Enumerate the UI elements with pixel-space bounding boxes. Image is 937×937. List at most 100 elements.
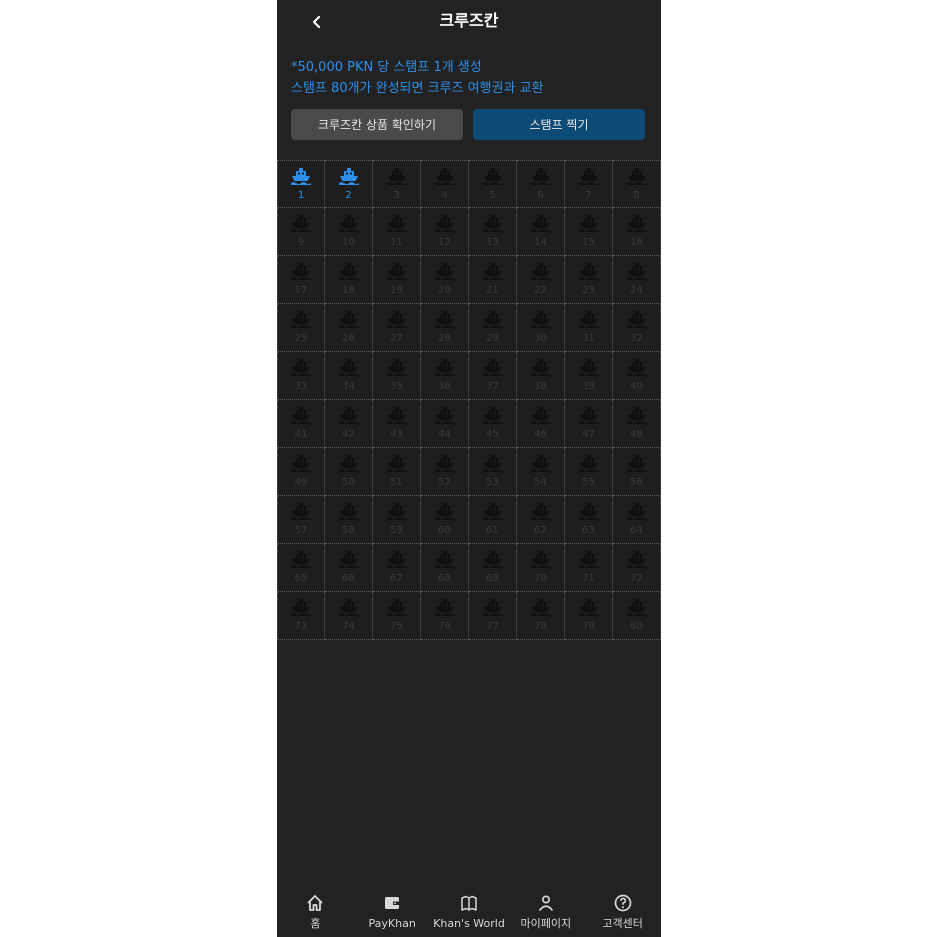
stamp-cell: 28 — [421, 304, 469, 352]
stamp-cell: 57 — [277, 496, 325, 544]
ship-icon — [291, 599, 311, 616]
stamp-cell: 32 — [613, 304, 661, 352]
ship-icon — [338, 455, 359, 472]
stamp-number: 38 — [534, 381, 547, 392]
stamp-cell: 65 — [277, 544, 325, 592]
stamp-cell: 67 — [373, 544, 421, 592]
stamp-number: 18 — [342, 285, 355, 296]
ship-icon — [626, 168, 647, 185]
help-icon — [614, 894, 631, 912]
tab-label: 마이페이지 — [520, 917, 572, 930]
ship-icon — [578, 599, 599, 616]
stamp-number: 2 — [345, 190, 352, 201]
stamp-cell: 61 — [469, 496, 517, 544]
stamp-number: 5 — [489, 190, 496, 201]
tab-label: 고객센터 — [602, 917, 643, 930]
stamp-cell: 44 — [421, 400, 469, 448]
stamp-number: 39 — [582, 381, 595, 392]
stamp-cell: 2 — [325, 160, 373, 208]
tab-wallet[interactable]: PayKhan — [354, 887, 431, 937]
stamp-cell: 47 — [565, 400, 613, 448]
ship-icon — [386, 311, 407, 328]
wallet-icon — [385, 897, 400, 909]
stamp-cell: 51 — [373, 448, 421, 496]
tab-map-book[interactable]: Khan's World — [431, 887, 508, 937]
stamp-cell: 35 — [373, 352, 421, 400]
stamp-number: 44 — [438, 429, 451, 440]
stamp-number: 1 — [297, 190, 305, 201]
stamp-cell: 45 — [469, 400, 517, 448]
ship-icon — [578, 455, 599, 472]
stamp-number: 75 — [390, 621, 403, 632]
home-icon — [307, 895, 324, 911]
stamp-button[interactable]: 스탬프 찍기 — [473, 109, 645, 140]
ship-icon — [434, 599, 455, 616]
stamp-number: 34 — [342, 381, 355, 392]
ship-icon — [626, 455, 647, 472]
stamp-number: 16 — [630, 237, 643, 248]
ship-icon — [482, 599, 503, 616]
ship-icon — [482, 263, 503, 280]
stamp-cell: 20 — [421, 256, 469, 304]
stamp-number: 52 — [438, 477, 451, 488]
tab-help[interactable]: 고객센터 — [584, 887, 661, 937]
stamp-cell: 7 — [565, 160, 613, 208]
stamp-number: 54 — [534, 477, 547, 488]
stamp-cell: 4 — [421, 160, 469, 208]
stamp-number: 60 — [438, 525, 451, 536]
stamp-number: 43 — [390, 429, 403, 440]
stamp-cell: 10 — [325, 208, 373, 256]
stamp-number: 50 — [342, 477, 355, 488]
ship-icon — [578, 503, 599, 520]
stamp-number: 33 — [294, 381, 308, 392]
stamp-cell: 13 — [469, 208, 517, 256]
ship-icon — [482, 359, 503, 376]
tab-home[interactable]: 홈 — [277, 887, 354, 937]
ship-icon — [434, 551, 455, 568]
bottom-tab-bar: 홈 PayKhan Khan's World 마이페이지 고객센터 — [277, 887, 661, 937]
stamp-cell: 27 — [373, 304, 421, 352]
ship-icon — [482, 455, 503, 472]
stamp-cell: 9 — [277, 208, 325, 256]
stamp-number: 57 — [294, 525, 308, 536]
stamp-number: 71 — [582, 573, 595, 584]
ship-icon — [626, 551, 647, 568]
ship-icon — [338, 551, 359, 568]
stamp-cell: 23 — [565, 256, 613, 304]
tab-person[interactable]: 마이페이지 — [507, 887, 584, 937]
tab-label: 홈 — [310, 917, 321, 930]
ship-icon — [434, 263, 455, 280]
stamp-cell: 68 — [421, 544, 469, 592]
stamp-cell: 79 — [565, 592, 613, 640]
view-products-button[interactable]: 크루즈칸 상품 확인하기 — [291, 109, 463, 140]
ship-icon — [578, 168, 599, 185]
stamp-number: 23 — [582, 285, 595, 296]
stamp-cell: 55 — [565, 448, 613, 496]
ship-icon — [338, 599, 359, 616]
stamp-number: 27 — [390, 333, 403, 344]
ship-icon — [530, 407, 551, 424]
ship-icon — [626, 311, 647, 328]
ship-icon — [626, 407, 647, 424]
ship-icon — [626, 599, 647, 616]
ship-icon — [482, 311, 503, 328]
stamp-number: 40 — [630, 381, 643, 392]
stamp-cell: 22 — [517, 256, 565, 304]
header: 크루즈칸 — [277, 0, 661, 44]
ship-icon — [291, 551, 311, 568]
stamp-cell: 17 — [277, 256, 325, 304]
stamp-cell: 50 — [325, 448, 373, 496]
tab-label: PayKhan — [368, 917, 416, 930]
app-screen: 크루즈칸 *50,000 PKN 당 스탬프 1개 생성 스탬프 80개가 완성… — [277, 0, 661, 937]
stamp-cell: 30 — [517, 304, 565, 352]
stamp-number: 7 — [585, 190, 592, 201]
ship-icon — [530, 599, 551, 616]
ship-icon — [386, 359, 407, 376]
ship-icon — [626, 215, 647, 232]
stamp-cell: 76 — [421, 592, 469, 640]
ship-icon — [434, 168, 455, 185]
stamp-number: 56 — [630, 477, 643, 488]
stamp-number: 78 — [534, 621, 547, 632]
stamp-cell: 11 — [373, 208, 421, 256]
ship-icon — [386, 455, 407, 472]
